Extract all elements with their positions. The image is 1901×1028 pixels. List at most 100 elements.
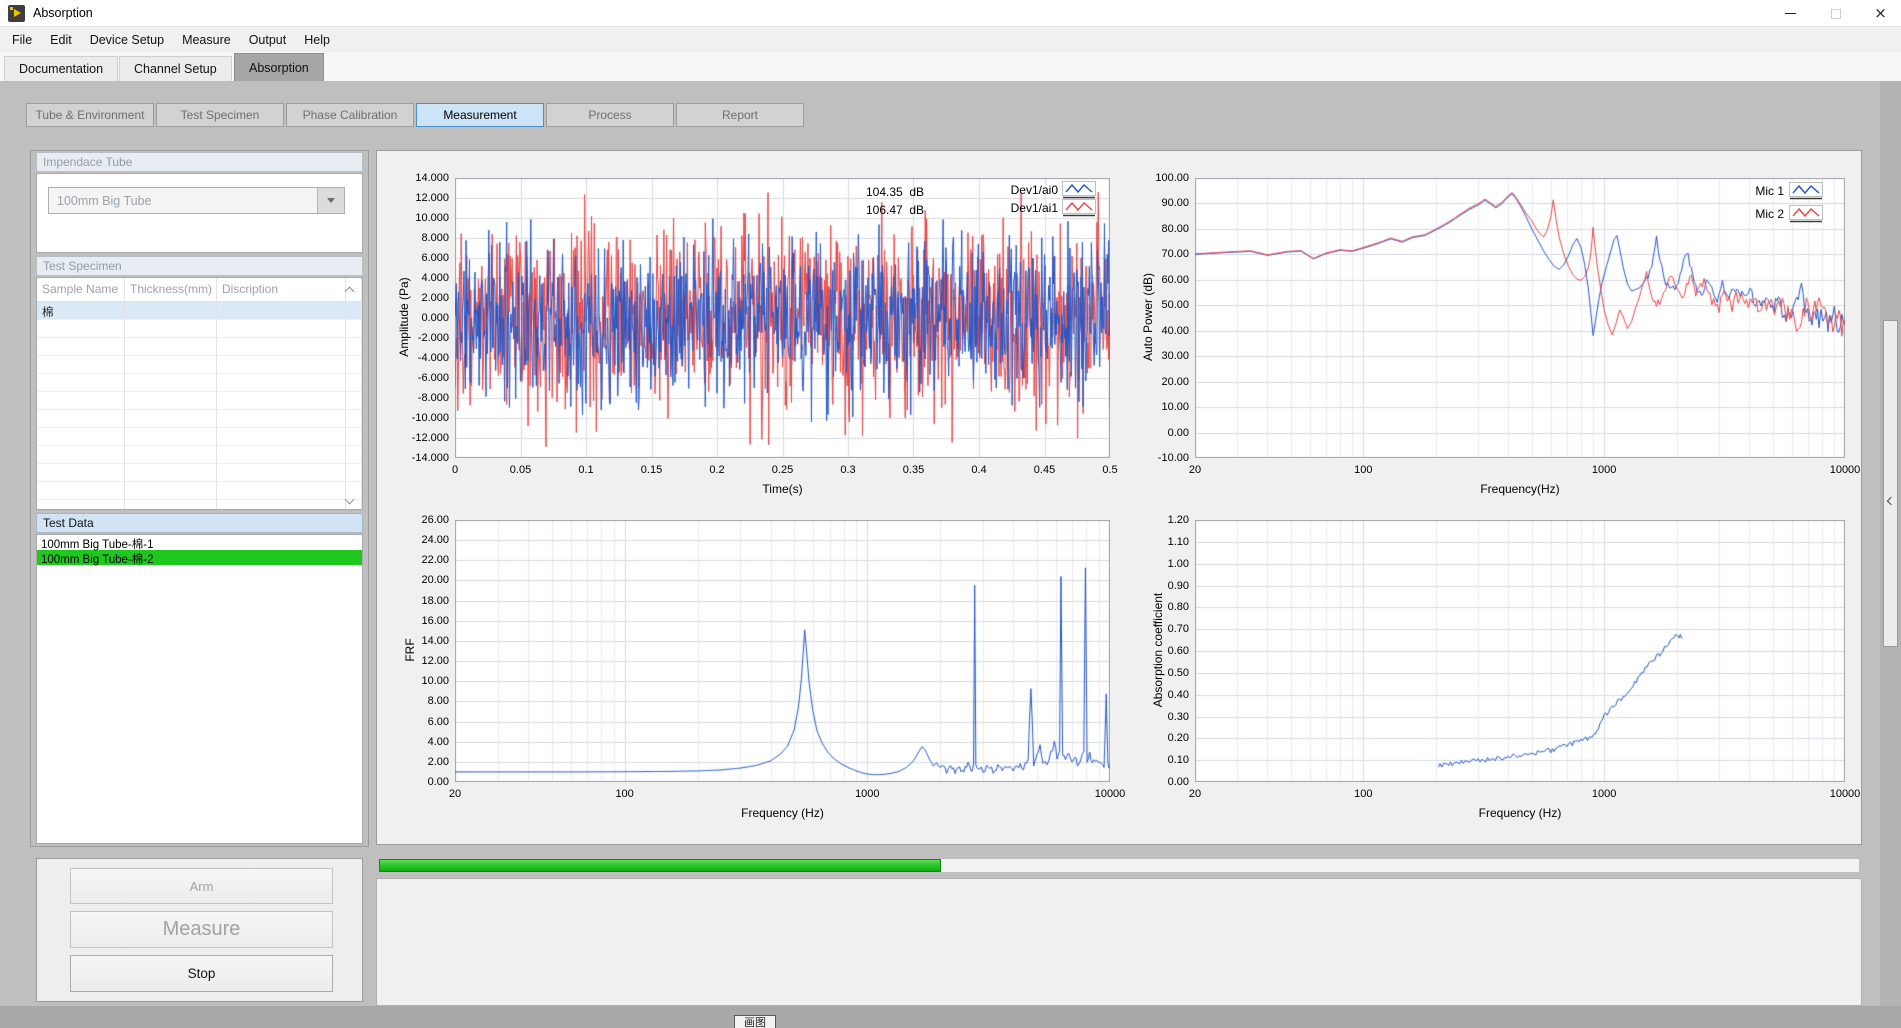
specimen-header-row: Sample NameThickness(mm)Discription	[37, 278, 362, 302]
test-specimen-table: Sample NameThickness(mm)Discription棉	[36, 277, 363, 510]
table-cell	[125, 338, 217, 356]
table-cell	[346, 428, 362, 446]
table-cell: 棉	[37, 302, 125, 320]
menu-measure[interactable]: Measure	[173, 27, 240, 52]
table-cell	[217, 392, 346, 410]
stop-button[interactable]: Stop	[70, 955, 333, 992]
table-cell	[125, 500, 217, 510]
table-cell	[217, 428, 346, 446]
table-cell	[217, 338, 346, 356]
test-data-item[interactable]: 100mm Big Tube-棉-1	[37, 535, 362, 550]
menu-help[interactable]: Help	[295, 27, 339, 52]
column-header: Discription	[217, 278, 346, 302]
arm-button[interactable]: Arm	[70, 868, 333, 904]
column-header: Thickness(mm)	[125, 278, 217, 302]
table-cell	[346, 302, 362, 320]
table-cell	[346, 464, 362, 482]
tube-select-arrow-button[interactable]	[317, 188, 344, 213]
table-cell	[125, 482, 217, 500]
table-cell	[37, 428, 125, 446]
close-button[interactable]: ×	[1858, 0, 1901, 27]
table-cell	[346, 392, 362, 410]
table-cell	[217, 446, 346, 464]
table-cell	[346, 356, 362, 374]
table-cell	[125, 464, 217, 482]
table-cell	[125, 302, 217, 320]
app-icon	[8, 5, 25, 22]
table-cell	[37, 374, 125, 392]
chart-panel	[376, 150, 1862, 845]
table-cell	[217, 410, 346, 428]
subtab-tube-environment[interactable]: Tube & Environment	[26, 103, 154, 127]
table-cell	[125, 374, 217, 392]
test-data-item[interactable]: 100mm Big Tube-棉-2	[37, 550, 362, 565]
column-header: Sample Name	[37, 278, 125, 302]
menu-edit[interactable]: Edit	[41, 27, 81, 52]
impedance-tube-header: Impendace Tube	[36, 152, 363, 172]
test-data-header: Test Data	[36, 513, 363, 533]
tab-absorption[interactable]: Absorption	[234, 53, 324, 81]
right-panel-handle[interactable]	[1883, 320, 1898, 647]
table-cell	[125, 392, 217, 410]
table-cell	[37, 464, 125, 482]
table-row-empty[interactable]	[37, 428, 362, 446]
tube-select-value: 100mm Big Tube	[49, 194, 317, 208]
title-bar: Absorption ×	[0, 0, 1901, 27]
table-cell	[37, 446, 125, 464]
table-cell	[125, 320, 217, 338]
table-cell	[37, 482, 125, 500]
table-cell	[346, 446, 362, 464]
tube-select[interactable]: 100mm Big Tube	[48, 187, 345, 214]
table-row-empty[interactable]	[37, 356, 362, 374]
table-row-empty[interactable]	[37, 500, 362, 510]
table-cell	[217, 464, 346, 482]
bottom-tab-draw[interactable]: 画图	[734, 1015, 776, 1028]
table-row-empty[interactable]	[37, 338, 362, 356]
table-cell	[125, 356, 217, 374]
table-row-empty[interactable]	[37, 464, 362, 482]
test-data-list: 100mm Big Tube-棉-1100mm Big Tube-棉-2	[36, 534, 363, 844]
table-cell	[346, 338, 362, 356]
table-cell	[37, 320, 125, 338]
table-cell	[37, 500, 125, 510]
close-icon: ×	[1874, 6, 1887, 21]
progress-fill	[379, 859, 941, 872]
table-cell	[37, 392, 125, 410]
minimize-icon	[1785, 13, 1796, 15]
table-cell	[125, 410, 217, 428]
tab-documentation[interactable]: Documentation	[4, 56, 118, 81]
menu-output[interactable]: Output	[240, 27, 296, 52]
table-cell	[346, 320, 362, 338]
table-row-empty[interactable]	[37, 482, 362, 500]
maximize-icon	[1831, 9, 1841, 19]
table-row-empty[interactable]	[37, 410, 362, 428]
table-row-empty[interactable]	[37, 446, 362, 464]
table-cell	[217, 302, 346, 320]
table-row[interactable]: 棉	[37, 302, 362, 320]
table-cell	[346, 374, 362, 392]
table-row-empty[interactable]	[37, 320, 362, 338]
lower-panel	[376, 878, 1862, 1006]
table-cell	[37, 338, 125, 356]
subtab-report[interactable]: Report	[676, 103, 804, 127]
subtab-test-specimen[interactable]: Test Specimen	[156, 103, 284, 127]
measure-button[interactable]: Measure	[70, 911, 333, 948]
table-cell	[125, 428, 217, 446]
menu-bar: FileEditDevice SetupMeasureOutputHelp	[0, 27, 1901, 52]
minimize-button[interactable]	[1768, 0, 1813, 27]
table-row-empty[interactable]	[37, 374, 362, 392]
table-cell	[125, 446, 217, 464]
table-row-empty[interactable]	[37, 392, 362, 410]
menu-file[interactable]: File	[3, 27, 41, 52]
table-cell	[346, 410, 362, 428]
table-cell	[217, 320, 346, 338]
menu-device-setup[interactable]: Device Setup	[81, 27, 173, 52]
maximize-button[interactable]	[1813, 0, 1858, 27]
table-cell	[37, 410, 125, 428]
subtab-measurement[interactable]: Measurement	[416, 103, 544, 127]
table-cell	[37, 356, 125, 374]
tab-channel-setup[interactable]: Channel Setup	[119, 56, 232, 81]
subtab-process[interactable]: Process	[546, 103, 674, 127]
subtab-phase-calibration[interactable]: Phase Calibration	[286, 103, 414, 127]
table-cell	[217, 482, 346, 500]
